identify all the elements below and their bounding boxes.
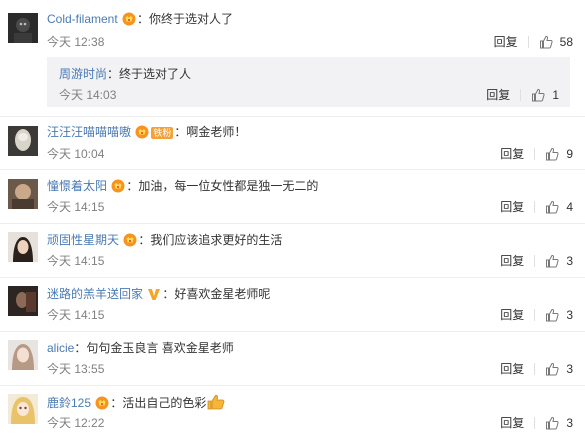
avatar[interactable] bbox=[8, 179, 38, 209]
fan-badge-icon: 铁粉 bbox=[151, 127, 174, 139]
verified-icon bbox=[147, 287, 161, 305]
like-button[interactable]: 3 bbox=[545, 415, 573, 431]
sub-reply-text: ：终于选对了人 bbox=[107, 67, 192, 81]
thumbs-up-emoji-icon bbox=[207, 394, 225, 414]
thumbs-up-icon bbox=[546, 147, 559, 161]
reply-button[interactable]: 回复 bbox=[494, 34, 518, 50]
comment-time: 今天 12:22 bbox=[47, 416, 105, 430]
divider bbox=[527, 36, 529, 48]
comment-time: 今天 14:15 bbox=[47, 254, 105, 268]
divider bbox=[534, 417, 536, 429]
like-count: 4 bbox=[566, 200, 573, 214]
comment-username[interactable]: 迷路的羔羊送回家 bbox=[47, 287, 143, 301]
comment-username[interactable]: 汪汪汪喵喵喵嗷 bbox=[47, 125, 131, 139]
comment-text: ：我们应该追求更好的生活 bbox=[138, 233, 283, 247]
comment-time: 今天 14:15 bbox=[47, 200, 105, 214]
comment-item: 迷路的羔羊送回家 ：好喜欢金星老师呢 今天 14:15 回复 3 bbox=[0, 278, 585, 332]
like-button[interactable]: 4 bbox=[545, 199, 573, 215]
reply-button[interactable]: 回复 bbox=[500, 361, 524, 377]
avatar[interactable] bbox=[8, 13, 38, 43]
avatar[interactable] bbox=[8, 126, 38, 156]
avatar[interactable] bbox=[8, 394, 38, 424]
thumbs-up-icon bbox=[532, 88, 545, 102]
comment-text: ：活出自己的色彩 bbox=[110, 396, 207, 410]
like-count: 9 bbox=[566, 147, 573, 161]
thumbs-up-icon bbox=[546, 416, 559, 430]
comment-item: 顽固性星期天 ：我们应该追求更好的生活 今天 14:15 回复 3 bbox=[0, 224, 585, 278]
reply-button[interactable]: 回复 bbox=[500, 415, 524, 431]
thumbs-up-icon bbox=[546, 362, 559, 376]
comment-username[interactable]: 顽固性星期天 bbox=[47, 233, 119, 247]
vip-badge-icon bbox=[135, 125, 149, 143]
like-count: 3 bbox=[566, 254, 573, 268]
like-button[interactable]: 3 bbox=[545, 361, 573, 377]
sub-reply: 周游时尚：终于选对了人 今天 14:03 回复 1 bbox=[47, 57, 570, 107]
like-button[interactable]: 1 bbox=[531, 87, 559, 103]
divider bbox=[520, 89, 522, 101]
comment-time: 今天 13:55 bbox=[47, 362, 105, 376]
like-button[interactable]: 3 bbox=[545, 307, 573, 323]
vip-badge-icon bbox=[122, 12, 136, 30]
like-count: 3 bbox=[566, 308, 573, 322]
comment-text: ：你终于选对人了 bbox=[137, 12, 234, 26]
comment-text: ：加油，每一位女性都是独一无二的 bbox=[126, 179, 319, 193]
avatar[interactable] bbox=[8, 232, 38, 262]
like-button[interactable]: 3 bbox=[545, 253, 573, 269]
thumbs-up-icon bbox=[539, 35, 553, 49]
reply-button[interactable]: 回复 bbox=[500, 253, 524, 269]
divider bbox=[534, 201, 536, 213]
comment-item: 汪汪汪喵喵喵嗷 铁粉 ：啊金老师！ 今天 10:04 回复 9 bbox=[0, 117, 585, 170]
reply-button[interactable]: 回复 bbox=[486, 87, 510, 103]
reply-button[interactable]: 回复 bbox=[500, 199, 524, 215]
comment-username[interactable]: Cold-filament bbox=[47, 12, 118, 26]
comment-item: 鹿鈴125 ：活出自己的色彩 今天 12:22 回复 3 bbox=[0, 386, 585, 439]
like-count: 3 bbox=[566, 416, 573, 430]
comment-text: ：啊金老师！ bbox=[174, 125, 247, 139]
sub-reply-username[interactable]: 周游时尚 bbox=[59, 67, 107, 81]
divider bbox=[534, 255, 536, 267]
like-count: 3 bbox=[566, 362, 573, 376]
comment-text: ：好喜欢金星老师呢 bbox=[162, 287, 271, 301]
vip-badge-icon bbox=[95, 396, 109, 414]
thumbs-up-icon bbox=[546, 308, 559, 322]
vip-badge-icon bbox=[123, 233, 137, 251]
comment-item: 憧憬着太阳 ：加油，每一位女性都是独一无二的 今天 14:15 回复 4 bbox=[0, 170, 585, 224]
sub-reply-time: 今天 14:03 bbox=[59, 88, 117, 102]
thumbs-up-icon bbox=[546, 254, 559, 268]
comment-username[interactable]: 鹿鈴125 bbox=[47, 396, 91, 410]
divider bbox=[534, 309, 536, 321]
comment-username[interactable]: 憧憬着太阳 bbox=[47, 179, 107, 193]
comment-username[interactable]: alicie bbox=[47, 341, 74, 355]
vip-badge-icon bbox=[111, 179, 125, 197]
divider bbox=[534, 148, 536, 160]
comment-text: ：句句金玉良言 喜欢金星老师 bbox=[74, 341, 234, 355]
comment-item: Cold-filament ：你终于选对人了 今天 12:38 回复 58 周游… bbox=[0, 0, 585, 117]
divider bbox=[534, 363, 536, 375]
comment-item: alicie：句句金玉良言 喜欢金星老师 今天 13:55 回复 3 bbox=[0, 332, 585, 386]
thumbs-up-icon bbox=[546, 200, 559, 214]
avatar[interactable] bbox=[8, 340, 38, 370]
like-button[interactable]: 58 bbox=[539, 34, 573, 50]
like-count: 1 bbox=[552, 88, 559, 102]
avatar[interactable] bbox=[8, 286, 38, 316]
reply-button[interactable]: 回复 bbox=[500, 146, 524, 162]
like-button[interactable]: 9 bbox=[545, 146, 573, 162]
comment-time: 今天 10:04 bbox=[47, 147, 105, 161]
reply-button[interactable]: 回复 bbox=[500, 307, 524, 323]
comment-time: 今天 12:38 bbox=[47, 35, 105, 49]
like-count: 58 bbox=[559, 35, 573, 49]
comment-time: 今天 14:15 bbox=[47, 308, 105, 322]
